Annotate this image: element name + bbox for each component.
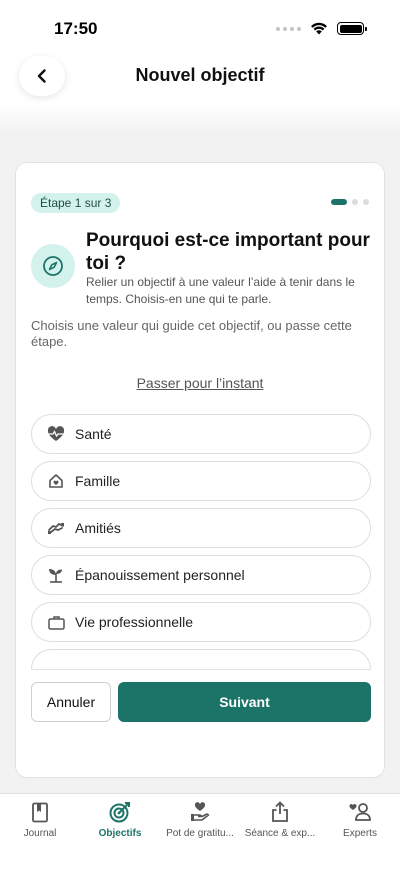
question-title: Pourquoi est-ce important pour toi ? — [86, 230, 370, 274]
value-options-list[interactable]: Santé Famille Amitiés Épanouissement per… — [31, 414, 371, 670]
tab-bar: Journal Objectifs Pot de gratitu... Séan… — [0, 793, 400, 869]
goal-card: Étape 1 sur 3 Pourquoi est-ce important … — [15, 162, 385, 778]
handshake-icon — [47, 519, 65, 537]
briefcase-icon — [47, 613, 65, 631]
options-divider — [31, 669, 371, 670]
target-icon — [108, 800, 132, 824]
tab-journal[interactable]: Journal — [0, 800, 80, 844]
share-icon — [268, 800, 292, 824]
value-option-partial[interactable] — [31, 649, 371, 670]
skip-link[interactable]: Passer pour l’instant — [16, 375, 384, 391]
tab-objectifs[interactable]: Objectifs — [80, 800, 160, 844]
tab-seance[interactable]: Séance & exp... — [240, 800, 320, 844]
wifi-icon — [311, 22, 327, 35]
step-progress — [331, 199, 369, 205]
tab-experts[interactable]: Experts — [320, 800, 400, 844]
question-subtitle: Relier un objectif à une valeur l’aide à… — [86, 275, 355, 306]
intro-text: Choisis une valeur qui guide cet objecti… — [31, 318, 352, 349]
next-button[interactable]: Suivant — [118, 682, 371, 722]
battery-icon — [337, 22, 367, 35]
sprout-icon — [47, 566, 65, 584]
compass-badge — [31, 244, 75, 288]
value-option-label: Vie professionnelle — [75, 614, 194, 630]
value-option-label: Amitiés — [75, 520, 121, 536]
progress-dot-1 — [331, 199, 347, 205]
step-badge: Étape 1 sur 3 — [31, 193, 121, 213]
progress-dot-3 — [363, 199, 369, 205]
tab-label: Experts — [343, 828, 377, 839]
progress-dot-2 — [352, 199, 358, 205]
gratitude-hand-icon — [188, 800, 212, 824]
status-time: 17:50 — [54, 19, 98, 38]
value-option-label: Famille — [75, 473, 121, 489]
value-option-vie-pro[interactable]: Vie professionnelle — [31, 602, 371, 642]
signal-dots-icon — [276, 26, 301, 31]
status-icons — [276, 22, 367, 35]
nav-header: Nouvel objectif — [0, 56, 400, 104]
tab-label: Pot de gratitu... — [166, 828, 234, 839]
compass-icon — [43, 256, 63, 276]
value-option-label: Santé — [75, 426, 112, 442]
heart-pulse-icon — [47, 425, 65, 443]
tab-label: Séance & exp... — [244, 828, 316, 839]
value-option-amities[interactable]: Amitiés — [31, 508, 371, 548]
value-option-label: Épanouissement personnel — [75, 567, 245, 583]
tab-label: Objectifs — [98, 828, 142, 839]
status-bar: 17:50 — [0, 0, 400, 56]
journal-icon — [28, 800, 52, 824]
experts-icon — [348, 800, 372, 824]
value-option-sante[interactable]: Santé — [31, 414, 371, 454]
header-fade — [0, 104, 400, 134]
value-option-famille[interactable]: Famille — [31, 461, 371, 501]
value-option-epanouissement[interactable]: Épanouissement personnel — [31, 555, 371, 595]
tab-gratitude[interactable]: Pot de gratitu... — [160, 800, 240, 844]
page-title: Nouvel objectif — [135, 65, 265, 85]
tab-label: Journal — [23, 828, 57, 839]
home-heart-icon — [47, 472, 65, 490]
cancel-button[interactable]: Annuler — [31, 682, 111, 722]
